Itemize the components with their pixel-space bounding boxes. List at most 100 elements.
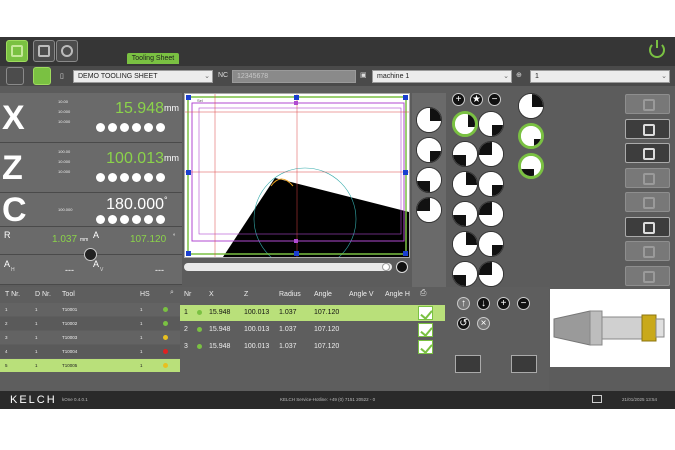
- tool-shape-button[interactable]: [452, 201, 478, 227]
- tool-shape-button[interactable]: [518, 123, 544, 149]
- axis-function-icon[interactable]: [120, 173, 129, 182]
- tool-shape-button[interactable]: [478, 171, 504, 197]
- measurement-canvas[interactable]: Sel: [184, 93, 410, 271]
- axis-function-icon[interactable]: [156, 215, 165, 224]
- search-icon[interactable]: ⌕: [170, 289, 174, 297]
- tool-shape-button[interactable]: [478, 231, 504, 257]
- tool-table-row[interactable]: [0, 303, 180, 316]
- axis-letter: Z: [2, 149, 23, 187]
- add-measure-button[interactable]: [455, 355, 481, 373]
- add-row-icon[interactable]: +: [497, 297, 510, 310]
- sheet-select[interactable]: DEMO TOOLING SHEET ⌄: [73, 70, 213, 83]
- nc-input[interactable]: 12345678: [232, 70, 356, 83]
- axis-function-icon[interactable]: [144, 215, 153, 224]
- axis-function-icon[interactable]: [120, 215, 129, 224]
- axis-function-icon[interactable]: [144, 123, 153, 132]
- tool-shape-button[interactable]: [518, 93, 544, 119]
- add-icon[interactable]: +: [452, 93, 465, 106]
- tool-shape-button[interactable]: [478, 111, 504, 137]
- arrow-down-icon[interactable]: ↓: [477, 297, 490, 310]
- machine-select[interactable]: machine 1 ⌄: [372, 70, 512, 83]
- slider-handle[interactable]: [382, 263, 390, 271]
- measure-table-cell: 1: [184, 309, 188, 316]
- cancel-icon[interactable]: ×: [477, 317, 490, 330]
- remove-icon[interactable]: −: [488, 93, 501, 106]
- tool-table-row[interactable]: [0, 317, 180, 330]
- function-button-7[interactable]: [625, 241, 670, 261]
- measure-table-row[interactable]: 1 15.948 100.013 1.037 107.120: [180, 305, 445, 321]
- zoom-slider[interactable]: [184, 263, 392, 271]
- tool-shape-icon: [479, 262, 503, 286]
- tool-table-row[interactable]: [0, 331, 180, 344]
- folder-icon[interactable]: [592, 395, 602, 403]
- tool-table-cell: 1: [35, 307, 38, 312]
- tool-shape-button[interactable]: [478, 261, 504, 287]
- settings-mode-button[interactable]: [56, 40, 78, 62]
- tool-shape-button[interactable]: [452, 111, 478, 137]
- function-button-1[interactable]: [625, 94, 670, 114]
- undo-icon[interactable]: ↺: [457, 317, 470, 330]
- status-dot: [163, 307, 168, 312]
- axis-function-icon[interactable]: [132, 123, 141, 132]
- pencil-icon[interactable]: [84, 248, 97, 261]
- measure-table-cell: 1.037: [279, 326, 297, 333]
- function-button-6[interactable]: [625, 217, 670, 237]
- measure-table-row[interactable]: 3 15.948 100.013 1.037 107.120: [180, 339, 445, 355]
- tool-table-row[interactable]: [0, 345, 180, 358]
- function-icon: [643, 197, 655, 209]
- power-icon[interactable]: [649, 40, 665, 58]
- axis-function-icon[interactable]: [132, 173, 141, 182]
- axis-function-icon[interactable]: [156, 173, 165, 182]
- axis-function-icon[interactable]: [96, 173, 105, 182]
- tool-shape-button[interactable]: [452, 231, 478, 257]
- axis-function-icon[interactable]: [96, 123, 105, 132]
- axis-function-icon[interactable]: [96, 215, 105, 224]
- axis-function-icon[interactable]: [108, 215, 117, 224]
- tool-icon-button[interactable]: [6, 67, 24, 85]
- axis-function-icon[interactable]: [108, 123, 117, 132]
- tool-shape-icon: [453, 202, 477, 226]
- tool-shape-icon: [479, 112, 503, 136]
- tooling-sheet-icon-button[interactable]: [33, 67, 51, 85]
- measure-checkbox[interactable]: [418, 340, 433, 354]
- axis-subvalue: 10.000: [58, 109, 71, 114]
- axis-function-icon[interactable]: [132, 215, 141, 224]
- print-icon[interactable]: ⎙: [420, 288, 426, 298]
- function-button-2[interactable]: [625, 119, 670, 139]
- tool-shape-button[interactable]: [518, 153, 544, 179]
- tool-shape-button[interactable]: [416, 107, 442, 133]
- tool-table-header: T Nr.: [5, 291, 21, 298]
- arrow-up-icon[interactable]: ↑: [457, 297, 470, 310]
- measure-checkbox[interactable]: [418, 323, 433, 337]
- tool-shape-icon: [479, 202, 503, 226]
- tool-shape-button[interactable]: [478, 141, 504, 167]
- axis-function-icon[interactable]: [108, 173, 117, 182]
- measure-table-row[interactable]: 2 15.948 100.013 1.037 107.120: [180, 322, 445, 338]
- tool-shape-button[interactable]: [452, 141, 478, 167]
- function-button-8[interactable]: [625, 266, 670, 286]
- tool-shape-button[interactable]: [416, 167, 442, 193]
- tool-shape-button[interactable]: [478, 201, 504, 227]
- star-icon[interactable]: ★: [470, 93, 483, 106]
- tool-shape-button[interactable]: [452, 261, 478, 287]
- axis-function-icon[interactable]: [156, 123, 165, 132]
- tool-setting-mode-button[interactable]: [6, 40, 28, 62]
- axis-function-icon[interactable]: [120, 123, 129, 132]
- function-button-3[interactable]: [625, 143, 670, 163]
- measure-table-header: Angle V: [349, 291, 374, 298]
- machine-mode-button[interactable]: [33, 40, 55, 62]
- axis-subvalue: 10.00: [58, 99, 69, 104]
- save-measure-button[interactable]: [511, 355, 537, 373]
- function-button-4[interactable]: [625, 168, 670, 188]
- tool-shape-button[interactable]: [416, 197, 442, 223]
- tool-table-row[interactable]: [0, 359, 180, 372]
- function-button-5[interactable]: [625, 192, 670, 212]
- remove-row-icon[interactable]: −: [517, 297, 530, 310]
- tool-holder-image: [553, 310, 665, 346]
- measure-checkbox[interactable]: [418, 306, 433, 320]
- tool-shape-button[interactable]: [452, 171, 478, 197]
- reset-icon[interactable]: [396, 261, 408, 273]
- slot-select[interactable]: 1 ⌄: [530, 70, 670, 83]
- axis-function-icon[interactable]: [144, 173, 153, 182]
- tool-shape-button[interactable]: [416, 137, 442, 163]
